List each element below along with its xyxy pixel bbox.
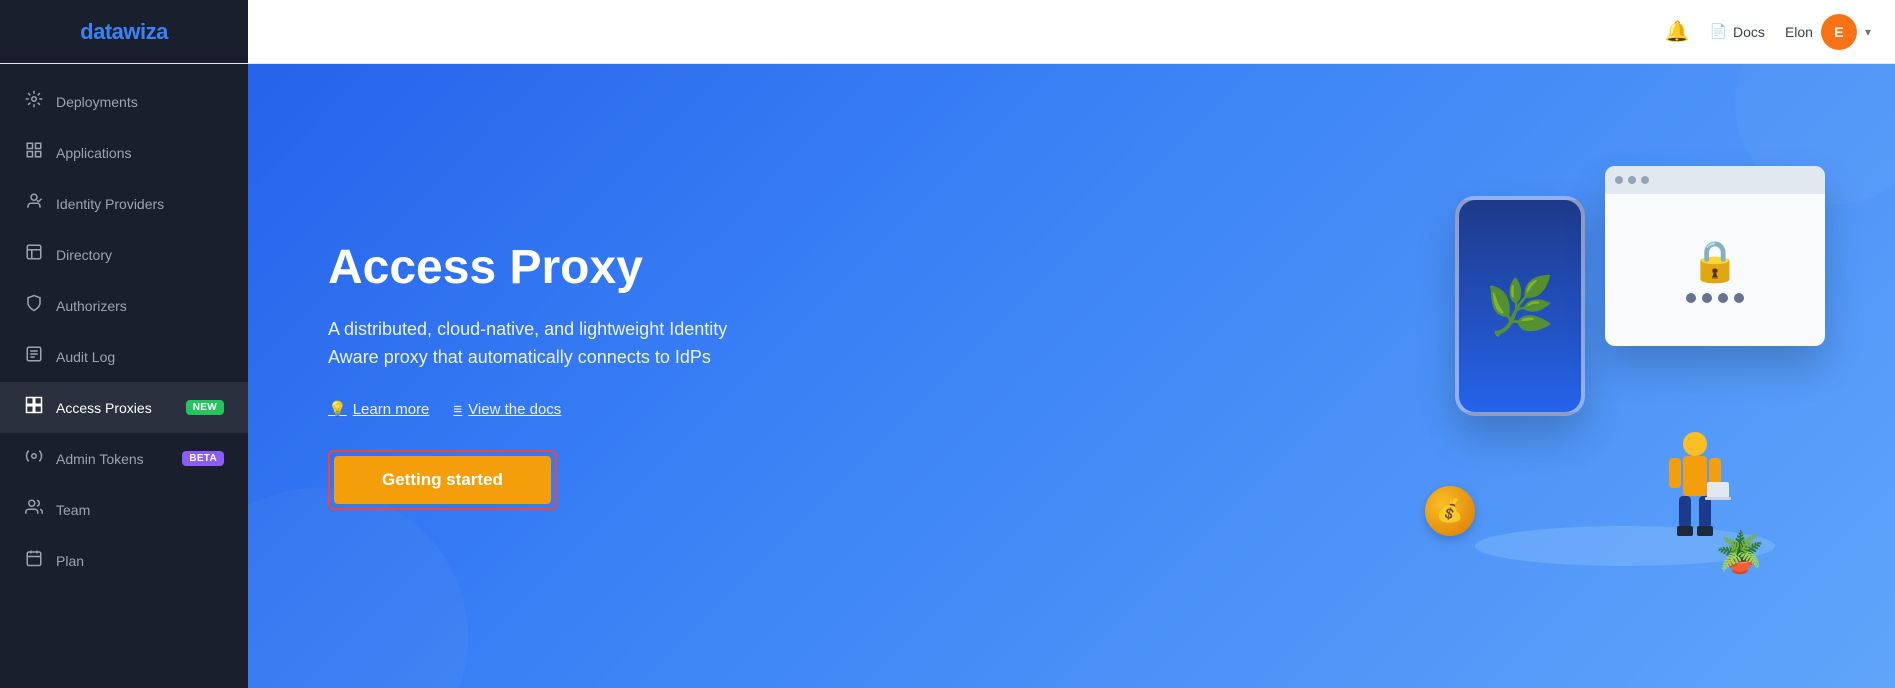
- browser-bar: [1605, 166, 1825, 194]
- sidebar-label-directory: Directory: [56, 247, 224, 263]
- sidebar-label-plan: Plan: [56, 553, 224, 569]
- browser-content: 🔒: [1605, 194, 1825, 346]
- sidebar-item-deployments[interactable]: Deployments: [0, 76, 248, 127]
- sidebar-item-identity-providers[interactable]: Identity Providers: [0, 178, 248, 229]
- badge-admin-tokens: Beta: [182, 451, 224, 466]
- password-dots: [1686, 293, 1744, 303]
- layout: Deployments Applications Identity Provider…: [0, 64, 1895, 688]
- app-logo: datawiza: [80, 19, 168, 45]
- sidebar-item-access-proxies[interactable]: Access Proxies New: [0, 382, 248, 433]
- hero-content: Access Proxy A distributed, cloud-native…: [248, 182, 848, 570]
- docs-label: Docs: [1733, 24, 1765, 40]
- sidebar: Deployments Applications Identity Provider…: [0, 64, 248, 688]
- learn-more-link[interactable]: 💡 Learn more: [328, 400, 429, 418]
- authorizers-icon: [24, 294, 44, 317]
- sidebar-label-deployments: Deployments: [56, 94, 224, 110]
- avatar: E: [1821, 14, 1857, 50]
- view-docs-link[interactable]: ≡ View the docs: [453, 401, 561, 418]
- view-docs-icon: ≡: [453, 401, 462, 418]
- directory-icon: [24, 243, 44, 266]
- lock-icon: 🔒: [1690, 238, 1740, 285]
- sidebar-item-admin-tokens[interactable]: Admin Tokens Beta: [0, 433, 248, 484]
- phone-illustration: 🌿: [1455, 196, 1585, 416]
- browser-dot-1: [1615, 176, 1623, 184]
- admin-tokens-icon: [24, 447, 44, 470]
- access-proxies-icon: [24, 396, 44, 419]
- view-docs-label: View the docs: [468, 401, 561, 418]
- person-illustration: [1655, 426, 1735, 546]
- sidebar-label-applications: Applications: [56, 145, 224, 161]
- browser-dot-2: [1628, 176, 1636, 184]
- deployments-icon: [24, 90, 44, 113]
- pwd-dot-2: [1702, 293, 1712, 303]
- leaf-icon: 🌿: [1485, 273, 1555, 339]
- sidebar-item-team[interactable]: Team: [0, 484, 248, 535]
- team-icon: [24, 498, 44, 521]
- chevron-down-icon: ▾: [1865, 25, 1871, 39]
- notification-icon[interactable]: 🔔: [1665, 19, 1690, 44]
- pwd-dot-3: [1718, 293, 1728, 303]
- browser-window-illustration: 🔒: [1605, 166, 1825, 346]
- sidebar-label-audit-log: Audit Log: [56, 349, 224, 365]
- sidebar-label-identity-providers: Identity Providers: [56, 196, 224, 212]
- browser-dot-3: [1641, 176, 1649, 184]
- sidebar-label-admin-tokens: Admin Tokens: [56, 451, 170, 467]
- badge-access-proxies: New: [186, 400, 224, 415]
- sidebar-item-directory[interactable]: Directory: [0, 229, 248, 280]
- hero-title: Access Proxy: [328, 242, 768, 295]
- applications-icon: [24, 141, 44, 164]
- hero-links: 💡 Learn more ≡ View the docs: [328, 400, 768, 418]
- sidebar-item-applications[interactable]: Applications: [0, 127, 248, 178]
- sidebar-label-authorizers: Authorizers: [56, 298, 224, 314]
- sidebar-item-authorizers[interactable]: Authorizers: [0, 280, 248, 331]
- sidebar-item-audit-log[interactable]: Audit Log: [0, 331, 248, 382]
- pwd-dot-4: [1734, 293, 1744, 303]
- audit-log-icon: [24, 345, 44, 368]
- sidebar-label-team: Team: [56, 502, 224, 518]
- getting-started-button[interactable]: Getting started: [334, 456, 551, 504]
- illustration: 🌿 🔒: [1415, 156, 1835, 596]
- sidebar-label-access-proxies: Access Proxies: [56, 400, 174, 416]
- docs-icon: 📄: [1710, 23, 1727, 40]
- user-menu[interactable]: Elon E ▾: [1785, 14, 1871, 50]
- learn-more-icon: 💡: [328, 400, 347, 418]
- header: datawiza 🔔 📄 Docs Elon E ▾: [0, 0, 1895, 64]
- user-name: Elon: [1785, 24, 1813, 40]
- coin-illustration: 💰: [1425, 486, 1475, 536]
- identity-providers-icon: [24, 192, 44, 215]
- header-right: 🔔 📄 Docs Elon E ▾: [1665, 14, 1871, 50]
- docs-link[interactable]: 📄 Docs: [1710, 23, 1765, 40]
- main-content: Access Proxy A distributed, cloud-native…: [248, 64, 1895, 688]
- hero-description: A distributed, cloud-native, and lightwe…: [328, 315, 768, 373]
- learn-more-label: Learn more: [353, 401, 430, 418]
- plan-icon: [24, 549, 44, 572]
- pwd-dot-1: [1686, 293, 1696, 303]
- logo-area: datawiza: [0, 0, 248, 63]
- sidebar-item-plan[interactable]: Plan: [0, 535, 248, 586]
- getting-started-wrapper: Getting started: [328, 450, 557, 510]
